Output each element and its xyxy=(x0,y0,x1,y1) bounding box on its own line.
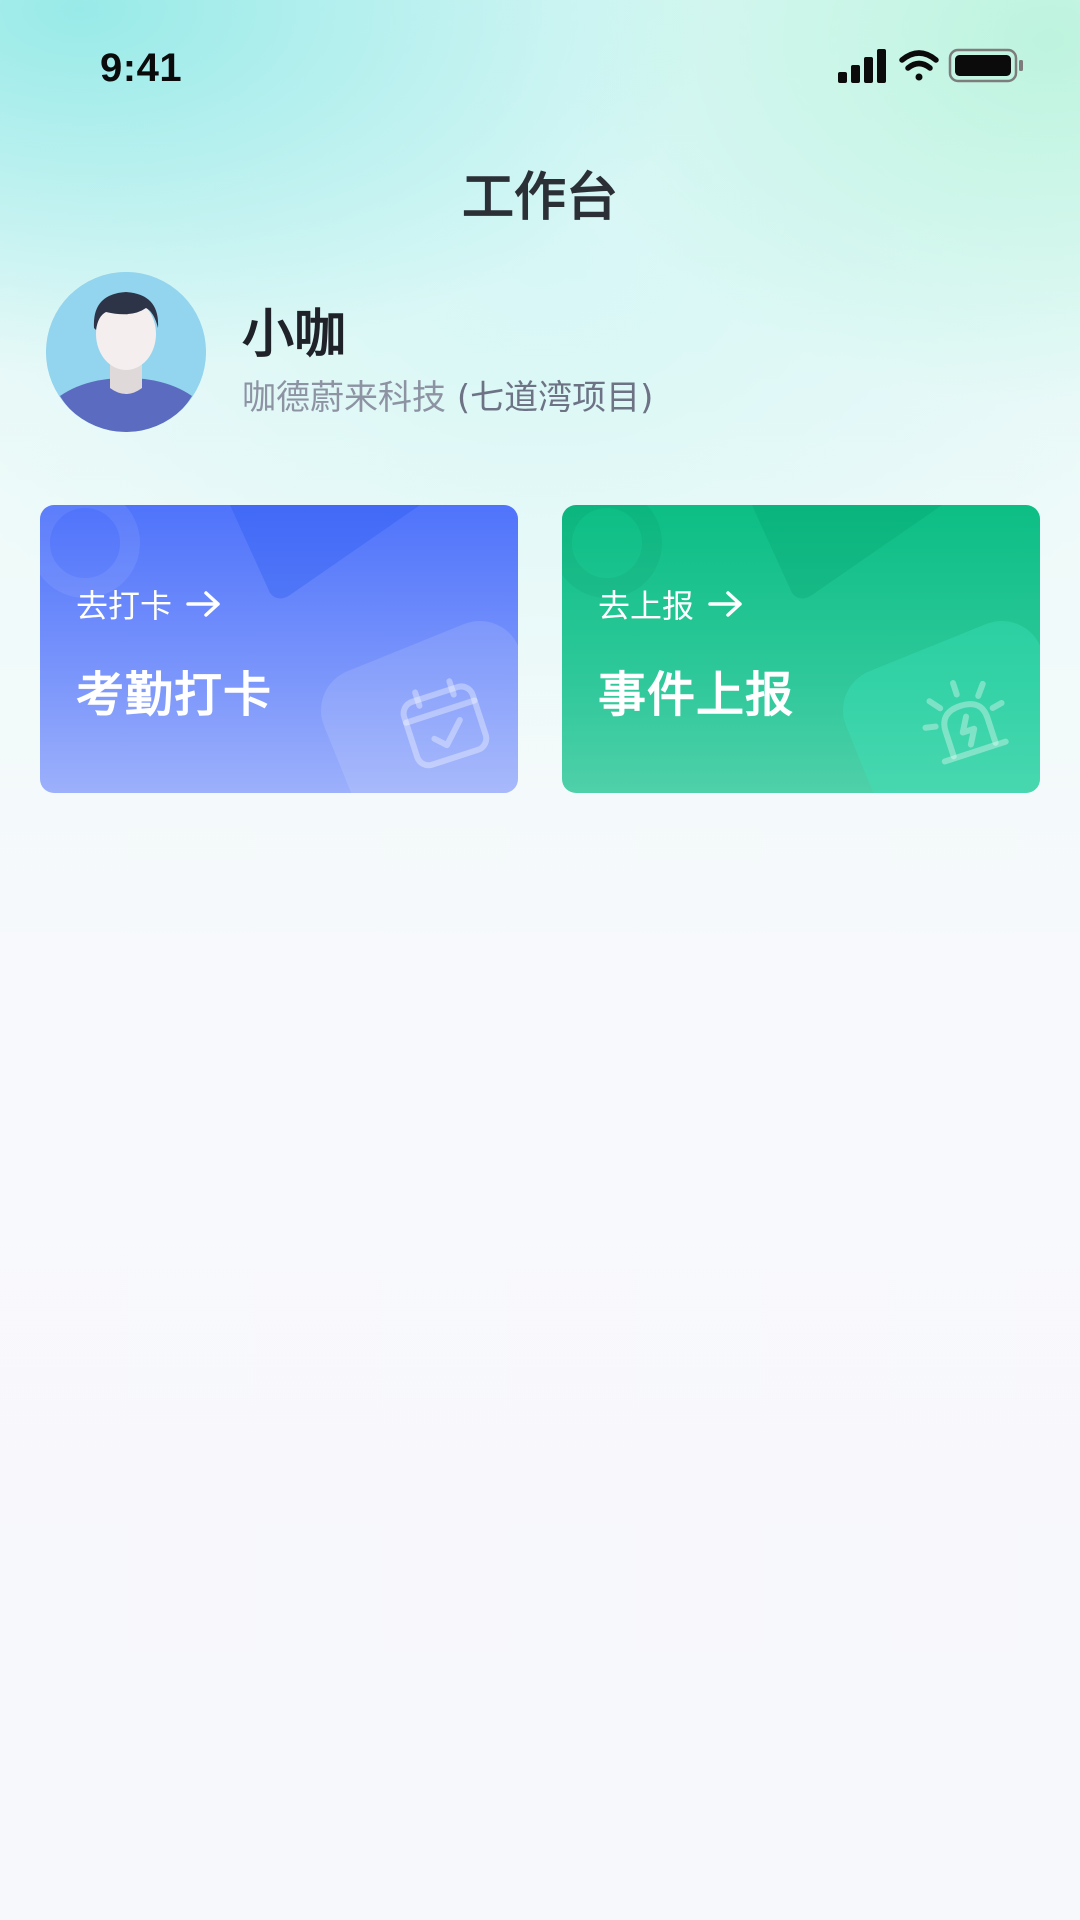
event-report-title: 事件上报 xyxy=(598,667,795,723)
status-icons xyxy=(838,48,1038,84)
battery-icon xyxy=(948,48,1023,83)
go-check-in-link[interactable]: 去打卡 xyxy=(76,581,222,627)
status-time: 9:41 xyxy=(100,46,183,90)
arrow-right-icon xyxy=(186,591,220,617)
status-bar: 9:41 xyxy=(0,0,1080,140)
organization-name: 咖德蔚来科技 xyxy=(242,378,446,418)
wifi-icon xyxy=(899,50,939,81)
user-organization: 咖德蔚来科技 (七道湾项目) xyxy=(242,370,653,419)
go-report-link[interactable]: 去上报 xyxy=(598,581,744,627)
arrow-right-icon xyxy=(708,591,742,617)
user-name: 小咖 xyxy=(242,305,347,365)
go-check-in-label: 去打卡 xyxy=(76,587,173,625)
attendance-title: 考勤打卡 xyxy=(76,667,273,723)
event-report-card[interactable]: 去上报 事件上报 xyxy=(562,505,1040,793)
page-title: 工作台 xyxy=(461,168,618,228)
go-report-label: 去上报 xyxy=(598,587,695,625)
attendance-card[interactable]: 去打卡 考勤打卡 xyxy=(40,505,518,793)
signal-icon xyxy=(838,49,886,83)
project-name: (七道湾项目) xyxy=(456,378,654,418)
alarm-siren-icon xyxy=(922,680,1009,765)
calendar-check-icon xyxy=(400,678,490,769)
avatar[interactable] xyxy=(46,272,206,432)
